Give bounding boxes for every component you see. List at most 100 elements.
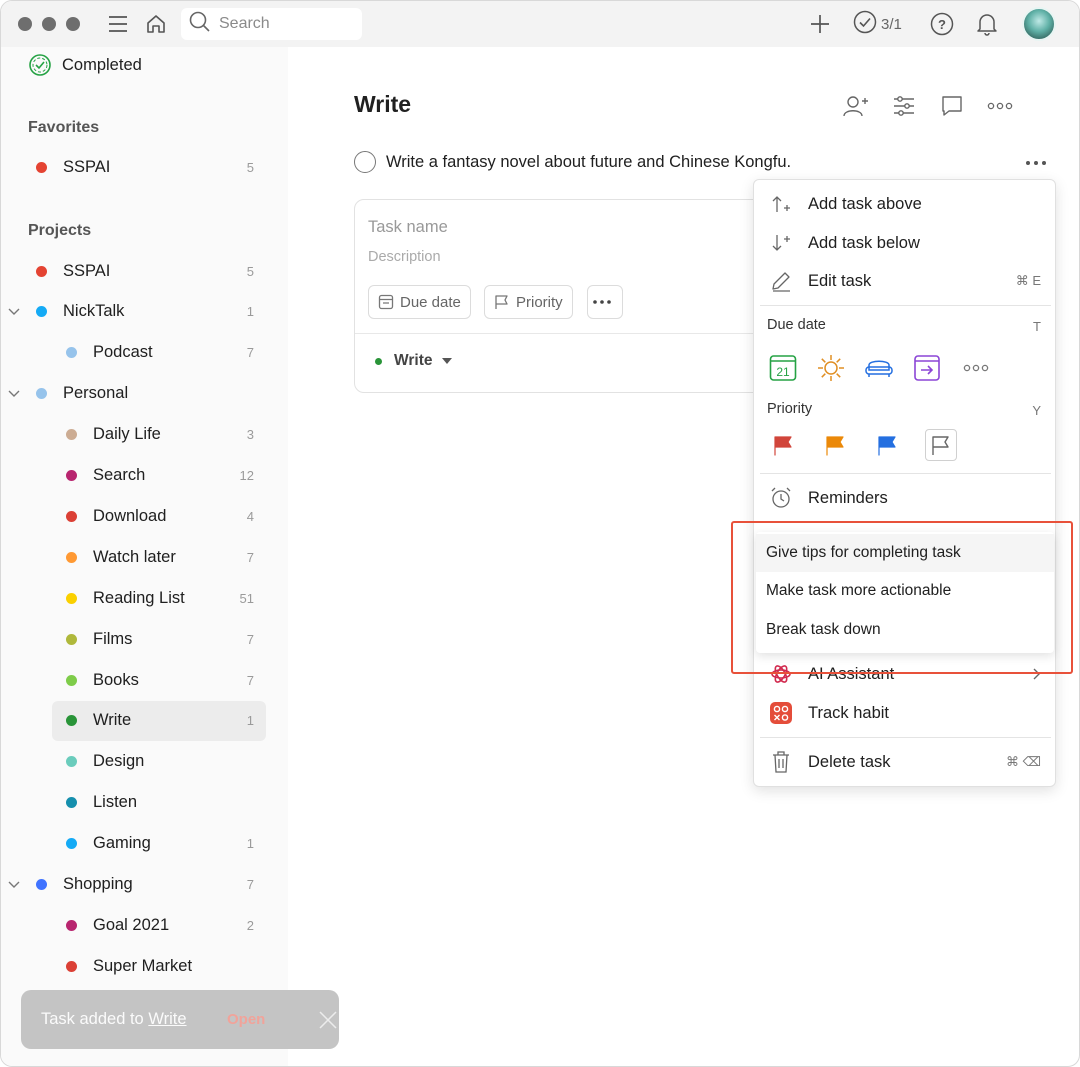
priority-label: Priority [516, 293, 563, 311]
sidebar-item-films[interactable]: Films 7 [52, 619, 266, 659]
project-selector[interactable]: Write [375, 352, 453, 370]
sidebar: Completed Favorites SSPAI 5 Projects SSPA… [1, 45, 288, 1066]
search-box[interactable] [181, 8, 362, 40]
due-date-button[interactable]: Due date [368, 285, 471, 319]
task-name-input[interactable]: Task name [368, 218, 448, 237]
sidebar-item-label: SSPAI [63, 157, 111, 176]
add-task-below-item[interactable]: Add task below [754, 225, 1055, 261]
menu-divider [760, 737, 1051, 738]
sidebar-item-design[interactable]: Design [52, 742, 266, 782]
weekend-option[interactable] [863, 352, 895, 384]
sidebar-item-goal-2021[interactable]: Goal 2021 2 [52, 905, 266, 945]
sidebar-item-count: 1 [246, 713, 254, 729]
help-icon[interactable]: ? [927, 9, 957, 39]
tomorrow-option[interactable] [815, 352, 847, 384]
habit-tracker-icon [768, 700, 794, 726]
sidebar-item-books[interactable]: Books 7 [52, 660, 266, 700]
task-more-icon[interactable] [1021, 151, 1051, 175]
search-input[interactable] [219, 15, 349, 33]
zoom-window-button[interactable] [66, 17, 80, 31]
arrow-down-plus-icon [768, 230, 794, 256]
flag-icon [878, 436, 896, 456]
flag-icon [826, 436, 844, 456]
priority-4-option[interactable] [925, 429, 957, 461]
sidebar-item-count: 7 [246, 672, 254, 688]
add-task-above-item[interactable]: Add task above [754, 186, 1055, 222]
toast-open-button[interactable]: Open [227, 1011, 265, 1028]
plus-icon[interactable] [805, 9, 835, 39]
chevron-down-icon[interactable] [7, 387, 21, 401]
editor-more-button[interactable] [587, 285, 623, 319]
delete-task-item[interactable]: Delete task ⌘ ⌫ [754, 744, 1055, 780]
task-item[interactable]: Write a fantasy novel about future and C… [354, 151, 791, 173]
due-date-section-title: Due date [767, 317, 826, 333]
project-color-dot [66, 347, 77, 359]
project-color-dot [66, 756, 77, 768]
sidebar-item-search[interactable]: Search 12 [52, 456, 266, 496]
close-icon[interactable] [317, 1009, 339, 1031]
sidebar-item-daily-life[interactable]: Daily Life 3 [52, 415, 266, 455]
project-color-dot [66, 960, 77, 972]
karma-count: 3/1 [881, 15, 902, 33]
toast-prefix: Task added to [41, 1010, 149, 1028]
menu-icon[interactable] [103, 9, 133, 39]
home-icon[interactable] [141, 9, 171, 39]
project-color-dot [375, 357, 382, 365]
sidebar-item-reading-list[interactable]: Reading List 51 [52, 578, 266, 618]
minimize-window-button[interactable] [42, 17, 56, 31]
calendar-icon [378, 294, 400, 310]
productivity-button[interactable]: 3/1 [853, 9, 913, 39]
sidebar-item-gaming[interactable]: Gaming 1 [52, 824, 266, 864]
priority-button[interactable]: Priority [484, 285, 573, 319]
priority-1-option[interactable] [767, 429, 799, 461]
app-window: 3/1 ? Completed Favorites SSPAI 5 Project… [0, 0, 1080, 1067]
priority-3-option[interactable] [871, 429, 903, 461]
share-icon[interactable] [841, 91, 871, 121]
menu-divider [760, 305, 1051, 306]
close-window-button[interactable] [18, 17, 32, 31]
sidebar-item-label: SSPAI [63, 261, 111, 280]
sidebar-item-label: Listen [93, 793, 138, 812]
project-color-dot [66, 429, 77, 441]
sidebar-item-completed[interactable]: Completed [28, 45, 266, 85]
more-dates-icon[interactable] [960, 352, 992, 384]
due-date-label: Due date [400, 293, 461, 311]
task-checkbox[interactable] [354, 151, 376, 173]
reminders-item[interactable]: Reminders [754, 480, 1055, 516]
sidebar-item-label: Books [93, 670, 139, 689]
sidebar-item-label: Search [93, 466, 146, 484]
task-description-input[interactable]: Description [368, 249, 441, 265]
sidebar-item-podcast[interactable]: Podcast 7 [52, 333, 266, 373]
sidebar-item-label: Completed [62, 55, 142, 74]
sidebar-item-sspai[interactable]: SSPAI 5 [22, 147, 266, 187]
task-editor: Task name Description Due date Priority … [354, 199, 774, 393]
more-icon[interactable] [985, 91, 1015, 121]
sidebar-item-sspai[interactable]: SSPAI 5 [22, 251, 266, 291]
sidebar-item-write[interactable]: Write 1 [52, 700, 266, 741]
sidebar-item-nicktalk[interactable]: NickTalk 1 [22, 292, 266, 332]
sidebar-item-download[interactable]: Download 4 [52, 496, 266, 536]
caret-down-icon [442, 358, 453, 364]
avatar[interactable] [1022, 7, 1056, 41]
sidebar-item-super-market[interactable]: Super Market [52, 946, 266, 986]
chevron-down-icon[interactable] [7, 305, 21, 319]
next-week-option[interactable] [911, 352, 943, 384]
sidebar-item-shopping[interactable]: Shopping 7 [22, 865, 266, 905]
priority-2-option[interactable] [819, 429, 851, 461]
task-content: Write a fantasy novel about future and C… [386, 152, 792, 171]
track-habit-item[interactable]: Track habit [754, 695, 1055, 731]
sidebar-item-personal[interactable]: Personal [22, 374, 266, 414]
view-options-icon[interactable] [889, 91, 919, 121]
sidebar-item-label: Personal [63, 384, 129, 403]
today-option[interactable]: 21 [767, 352, 799, 384]
sidebar-item-listen[interactable]: Listen [52, 783, 266, 823]
edit-task-item[interactable]: Edit task ⌘ E [754, 263, 1055, 299]
bell-icon[interactable] [972, 9, 1002, 39]
svg-text:?: ? [938, 17, 946, 32]
menu-item-label: Reminders [808, 488, 888, 507]
chevron-down-icon[interactable] [7, 878, 21, 892]
toast-project-link[interactable]: Write [148, 1010, 186, 1028]
sidebar-item-watch-later[interactable]: Watch later 7 [52, 537, 266, 577]
task-context-menu: Add task above Add task below Edit task … [753, 179, 1056, 787]
comments-icon[interactable] [937, 91, 967, 121]
